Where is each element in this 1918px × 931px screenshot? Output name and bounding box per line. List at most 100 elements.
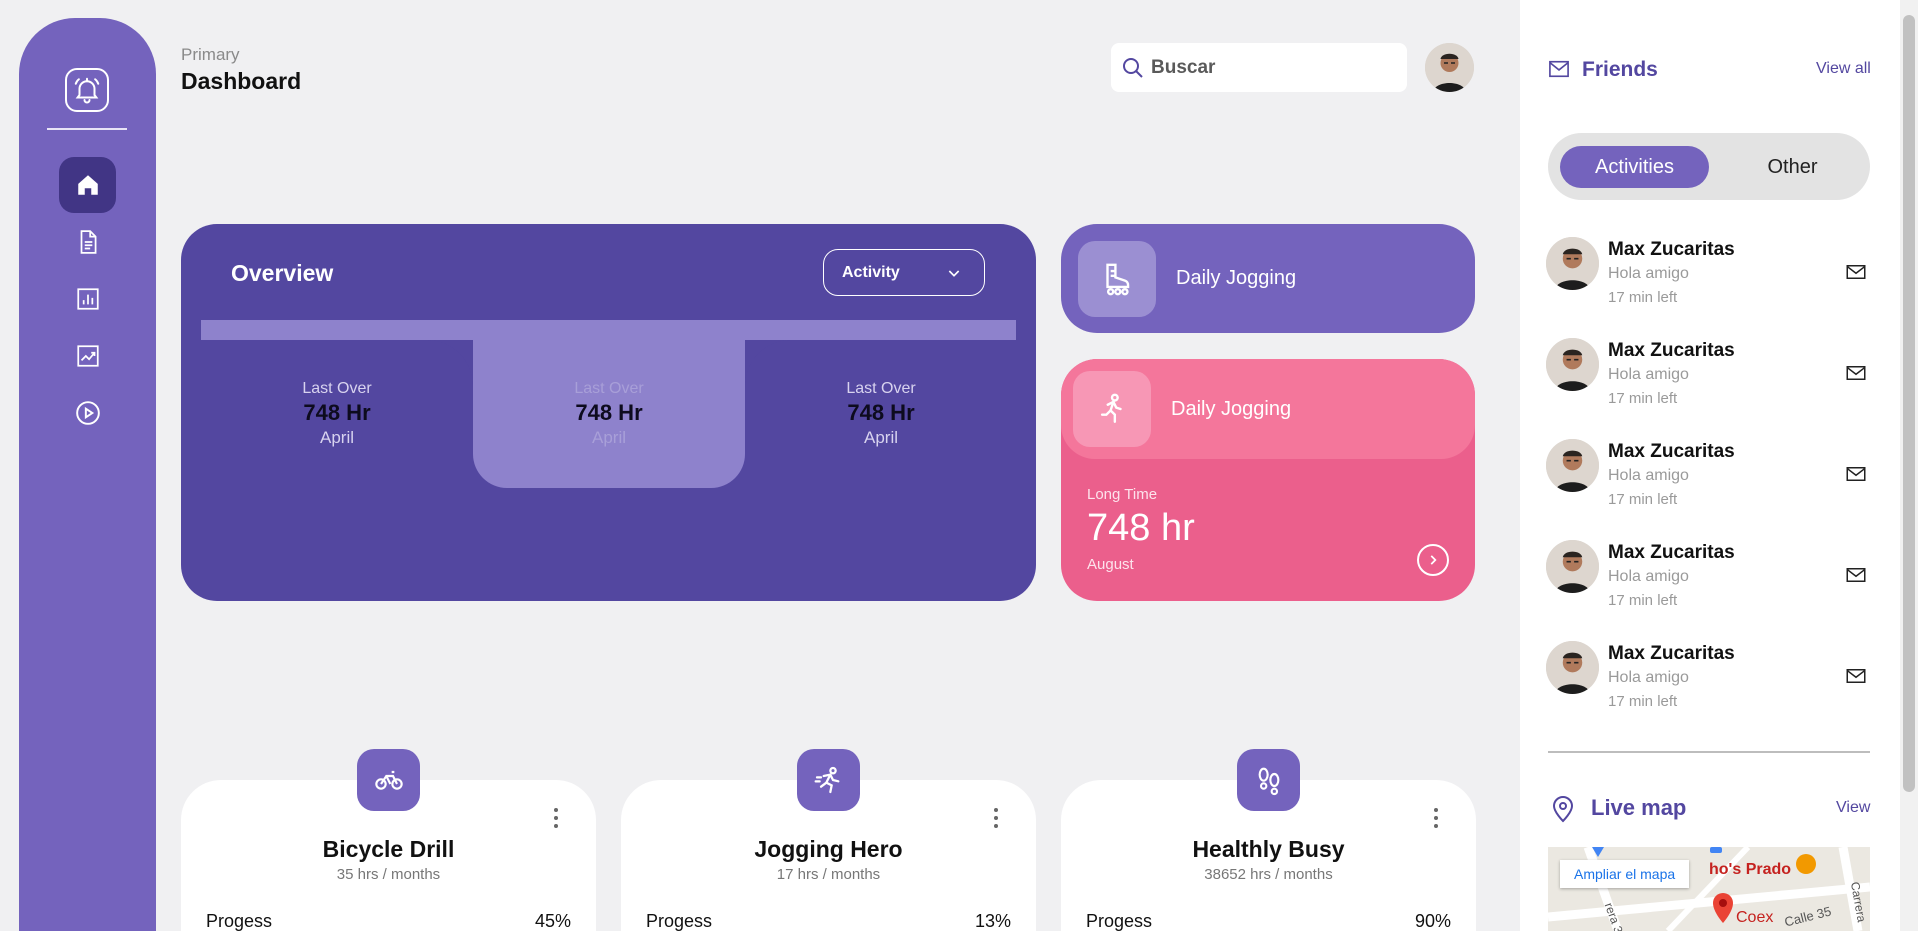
play-icon [75,401,100,425]
friend-name: Max Zucaritas [1608,542,1735,563]
running-icon [797,749,860,811]
friends-tab-toggle: Activities Other [1548,133,1870,200]
friend-message: Hola amigo [1608,467,1689,484]
overview-card: Overview Activity Last Over 748 Hr April… [181,224,1036,601]
bar-chart-icon [76,288,99,310]
sidebar-item-reports[interactable] [59,271,116,327]
overview-tab-value: 748 Hr [303,400,371,425]
chevron-down-icon [948,269,960,277]
daily-jogging-header: Daily Jogging [1061,359,1475,459]
progress-value: 13% [974,911,1011,931]
document-icon [80,230,96,254]
overview-tab-value: 748 Hr [575,400,643,425]
daily-jogging-title: Daily Jogging [1171,398,1292,420]
more-options-icon[interactable] [1434,808,1438,832]
sidebar-item-trends[interactable] [59,328,116,384]
activity-subtitle: 38652 hrs / months [1204,866,1333,883]
activity-dropdown[interactable]: Activity [823,249,985,296]
search-placeholder: Buscar [1151,56,1216,78]
bicycle-icon [357,749,420,811]
more-options-icon[interactable] [554,808,558,832]
map-label: ho's Prado [1709,861,1792,878]
runner-icon [1073,371,1151,447]
friend-time: 17 min left [1608,693,1678,710]
friend-name: Max Zucaritas [1608,340,1735,361]
friend-time: 17 min left [1608,592,1678,609]
roller-skate-icon [1078,241,1156,317]
page-subtitle: Primary [181,45,240,64]
mail-icon[interactable] [1846,264,1866,280]
view-map-link[interactable]: View [1836,799,1870,817]
sidebar-item-documents[interactable] [59,214,116,270]
sidebar-item-media[interactable] [59,385,116,441]
friend-time: 17 min left [1608,390,1678,407]
overview-tab-label: Last Over [302,380,372,397]
mail-icon[interactable] [1846,365,1866,381]
search-icon [1123,57,1143,78]
friend-message: Hola amigo [1608,568,1689,585]
activity-subtitle: 17 hrs / months [776,866,881,883]
friend-name: Max Zucaritas [1608,239,1735,260]
sidebar-item-home[interactable] [59,157,116,213]
progress-value: 45% [534,911,571,931]
overview-tab-value: 748 Hr [847,400,915,425]
overview-tab-month: April [319,428,354,447]
live-map[interactable]: ho's Prado Coex Calle 35 rera 3 Carrera … [1548,847,1870,931]
stat-value: 748 hr [1087,507,1195,549]
friend-avatar [1546,540,1599,593]
tab-other[interactable]: Other [1718,146,1867,188]
view-all-link[interactable]: View all [1816,60,1871,78]
panel-divider [1548,751,1870,753]
mail-icon[interactable] [1846,466,1866,482]
friend-message: Hola amigo [1608,265,1689,282]
more-options-icon[interactable] [994,808,998,832]
enlarge-map-button[interactable]: Ampliar el mapa [1560,860,1690,888]
user-avatar[interactable] [1425,43,1474,92]
stat-label: Long Time [1087,486,1158,503]
friend-name: Max Zucaritas [1608,643,1735,664]
friend-avatar [1546,641,1599,694]
sidebar [19,18,156,931]
home-icon [77,175,98,195]
overview-tab[interactable]: Last Over 748 Hr April [745,340,1017,488]
friend-avatar [1546,439,1599,492]
friend-time: 17 min left [1608,491,1678,508]
progress-value: 90% [1414,911,1451,931]
live-map-title: Live map [1591,795,1687,820]
stat-month: August [1087,556,1134,573]
overview-tab[interactable]: Last Over 748 Hr April [201,340,473,488]
activity-title: Healthly Busy [1192,836,1345,862]
friend-name: Max Zucaritas [1608,441,1735,462]
activity-title: Bicycle Drill [322,836,455,862]
friends-title: Friends [1582,58,1658,81]
location-pin-icon [1552,796,1574,823]
scrollbar-thumb[interactable] [1903,15,1915,792]
daily-jogging-title: Daily Jogging [1176,267,1297,289]
overview-tab-label: Last Over [846,380,916,397]
progress-label: Progess [1086,911,1153,931]
progress-label: Progess [206,911,273,931]
friend-message: Hola amigo [1608,366,1689,383]
mail-icon[interactable] [1846,567,1866,583]
friend-avatar [1546,237,1599,290]
chevron-right-icon[interactable] [1417,544,1449,576]
overview-tab-label: Last Over [574,380,644,397]
trend-chart-icon [76,345,99,367]
friend-avatar [1546,338,1599,391]
friend-time: 17 min left [1608,289,1678,306]
map-label: Coex [1736,909,1774,926]
search-input[interactable]: Buscar [1111,43,1407,92]
overview-tab-month: April [863,428,898,447]
alarm-bell-icon[interactable] [65,68,109,112]
mail-icon [1549,60,1569,78]
overview-title: Overview [231,260,334,286]
friend-message: Hola amigo [1608,669,1689,686]
footprints-icon [1237,749,1300,811]
activity-title: Jogging Hero [754,836,903,862]
sidebar-divider [47,128,127,130]
overview-tab-selected[interactable]: Last Over 748 Hr April [473,340,745,488]
tab-activities[interactable]: Activities [1560,146,1709,188]
daily-jogging-card[interactable]: Daily Jogging [1061,224,1475,333]
mail-icon[interactable] [1846,668,1866,684]
activity-dropdown-value: Activity [842,263,900,281]
